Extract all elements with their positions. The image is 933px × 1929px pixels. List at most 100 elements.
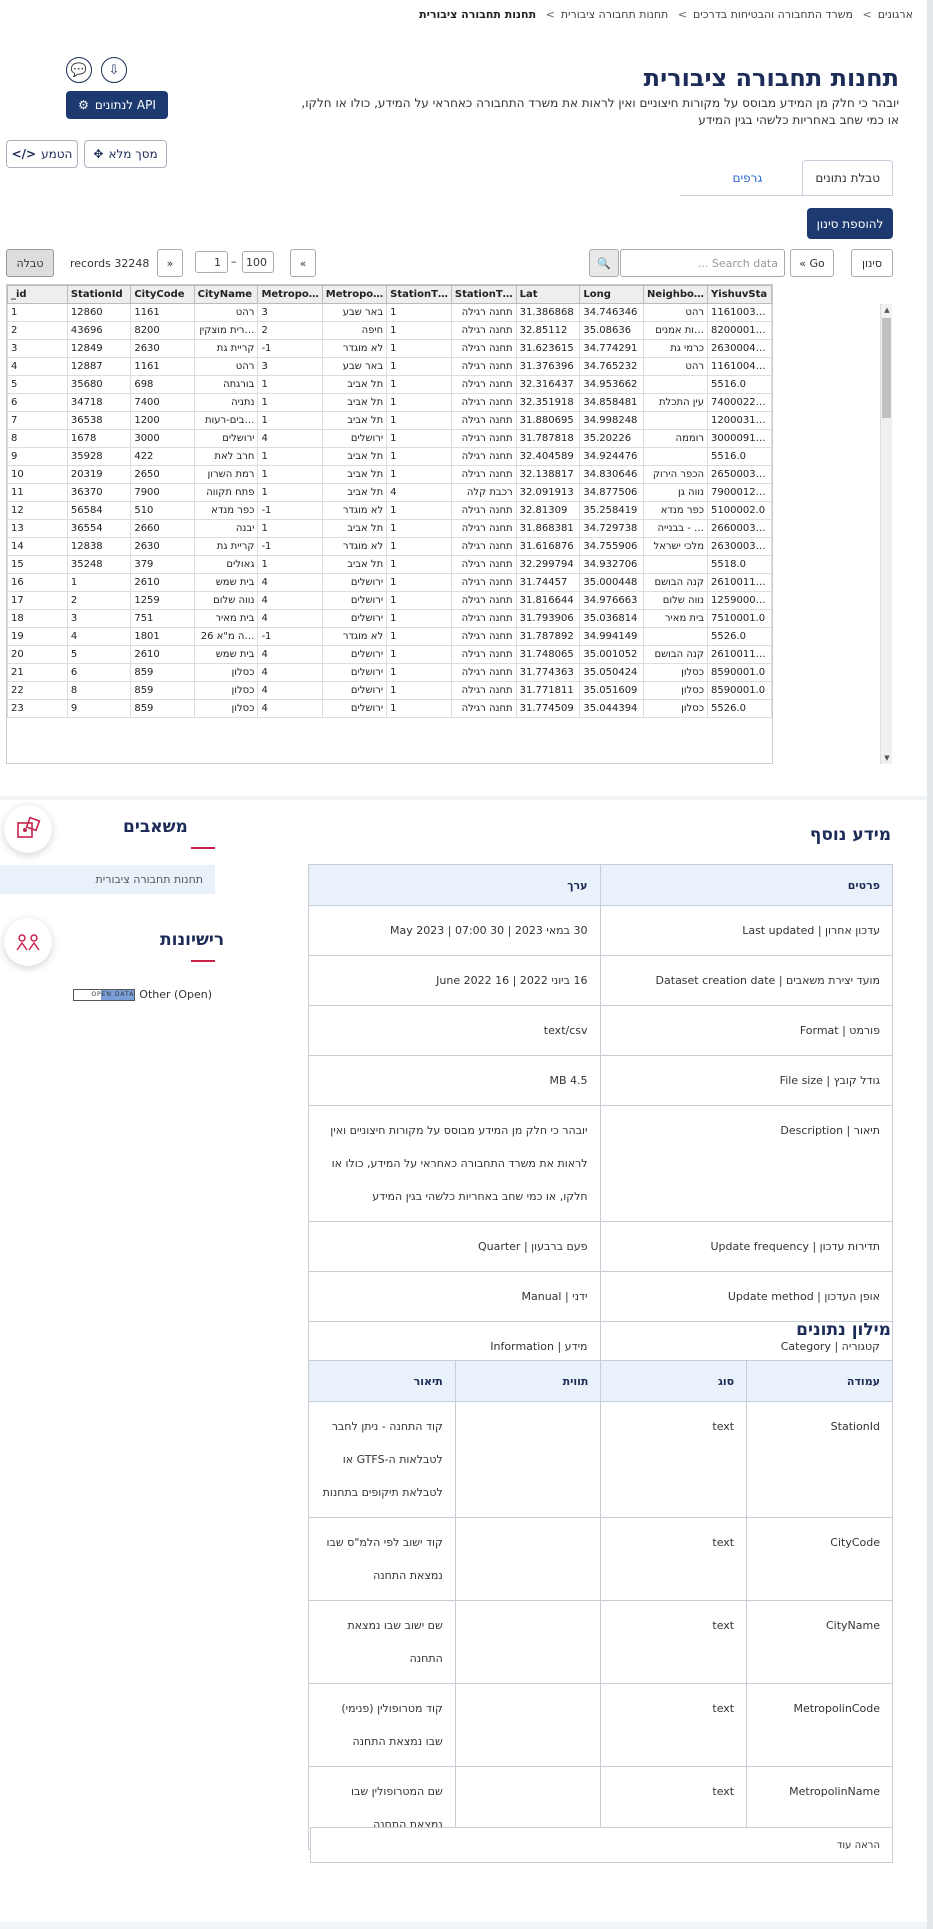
grid-cell: באר שבע [321,303,388,322]
grid-cell: 2650003… [707,465,772,484]
grid-row[interactable]: 1 12860 1161 רהט 3 באר שבע 1 תחנה רגילה 31.38686… [7,303,772,322]
grid-cell: 12849 [66,339,132,358]
grid-column-header[interactable]: Long [579,285,645,304]
grid-column-header[interactable]: YishuvSta [707,285,772,304]
grid-scrollbar[interactable]: ▲ ▼ [880,304,892,764]
grid-row[interactable]: 18 3 751 בית מאיר 4 ירושלים 1 תחנה רגילה 31.7939… [7,609,772,628]
dictionary-description: שם ישוב שבו נמצאת התחנה [308,1600,456,1684]
grid-cell: תל אביב [321,519,388,538]
add-filter-button[interactable]: להוספת סינון [807,208,893,239]
grid-row[interactable]: 7 36538 1200 …בים-רעות 1 תל אביב 1 תחנה רגילה 31… [7,411,772,430]
scroll-up-icon[interactable]: ▲ [881,304,893,316]
grid-row[interactable]: 22 8 859 כסלון 4 ירושלים 1 תחנה רגילה 31.771811 3… [7,681,772,700]
heading-underline [191,960,215,962]
grid-column-header[interactable]: Metropo… [321,285,388,304]
grid-row[interactable]: 15 35248 379 גאולים 1 תל אביב 1 תחנה רגילה 32.29… [7,555,772,574]
grid-row[interactable]: 2 43696 8200 …רית מוצקין 2 חיפה 1 תחנה רגילה 32.… [7,321,772,340]
pager-next-button[interactable]: » [290,249,316,277]
grid-row[interactable]: 6 34718 7400 נתניה 1 תל אביב 1 תחנה רגילה 32.351… [7,393,772,412]
api-button[interactable]: API לנתונים ⚙ [66,91,168,119]
grid-cell: 1 [386,645,452,664]
embed-button[interactable]: הטמע </> [6,140,78,168]
grid-cell: 5518.0 [707,555,772,574]
pager-to-input[interactable]: 100 [242,251,274,273]
grid-cell: רהט [193,357,259,376]
scroll-thumb[interactable] [882,318,891,418]
grid-cell: רהט [643,357,709,376]
breadcrumb-item[interactable]: משרד התחבורה והבטיחות בדרכים [693,8,853,21]
dictionary-description: קוד ישוב לפי הלמ"ס שבו נמצאת התחנה [308,1517,456,1601]
filter-button[interactable]: סינון [851,249,893,277]
info-table: פרטים ערך עדכון אחרון | Last updated 30 ב… [308,864,894,1372]
comment-button[interactable]: 💬 [66,57,92,83]
grid-cell: 4 [257,645,323,664]
page-scrollbar[interactable] [927,0,933,1929]
show-more-link[interactable]: הראה עוד [310,1827,893,1863]
license-entry[interactable]: Other (Open) OPEN DATA [73,988,212,1001]
tab-data-table[interactable]: טבלת נתונים [802,160,893,196]
pager-prev-button[interactable]: « [157,249,183,277]
grid-row[interactable]: 20 5 2610 בית שמש 4 ירושלים 1 תחנה רגילה 31.7480… [7,645,772,664]
resource-item[interactable]: תחנות תחבורה ציבורית [0,865,215,894]
go-button[interactable]: Go » [790,249,834,277]
search-button[interactable]: 🔍 [589,249,619,277]
grid-column-header[interactable]: StationId [66,285,132,304]
grid-cell: 2630 [130,537,195,556]
table-view-button[interactable]: טבלה [6,249,54,277]
grid-row[interactable]: 5 35680 698 בורגתה 1 תל אביב 1 תחנה רגילה 32.316… [7,375,772,394]
fullscreen-button[interactable]: מסך מלא ✥ [84,140,167,168]
grid-column-header[interactable]: CityCode [130,285,195,304]
grid-column-header[interactable]: Neighbo… [643,285,709,304]
grid-cell: כסלון [193,681,259,700]
grid-cell: 5516.0 [707,375,772,394]
grid-row[interactable]: 23 9 859 כסלון 4 ירושלים 1 תחנה רגילה 31.774509 3… [7,699,772,718]
grid-cell: 4 [66,627,132,646]
search-input[interactable]: Search data ... [620,249,785,277]
grid-row[interactable]: 9 35928 422 חרב לאת 1 תל אביב 1 תחנה רגילה 32.40… [7,447,772,466]
grid-cell: 7900012… [707,483,772,502]
grid-cell: 2610 [130,645,195,664]
grid-row[interactable]: 14 12838 2630 קריית גת -1 לא מוגדר 1 תחנה רגילה… [7,537,772,556]
download-button[interactable]: ⇩ [101,57,127,83]
grid-cell: 5516.0 [707,447,772,466]
grid-cell: ירושלים [321,645,388,664]
scroll-down-icon[interactable]: ▼ [881,752,893,764]
breadcrumb-item[interactable]: תחנות תחבורה ציבורית [561,8,668,21]
dictionary-body: StationId text קוד התחנה - ניתן לחבר לטבלא… [308,1401,893,1850]
grid-cell: תל אביב [321,465,388,484]
grid-cell: 1 [386,321,452,340]
grid-column-header[interactable]: StationT… [450,285,517,304]
grid-cell: ירושלים [321,663,388,682]
grid-cell: 2 [257,321,323,340]
grid-row[interactable]: 13 36554 2660 יבנה 1 תל אביב 1 תחנה רגילה 31.868… [7,519,772,538]
grid-cell: רכבת קלה [450,483,517,502]
grid-cell: 1161 [130,303,195,322]
grid-column-header[interactable]: _id [7,285,68,304]
grid-row[interactable]: 17 2 1259 נווה שלום 4 ירושלים 1 תחנה רגילה 31.81… [7,591,772,610]
grid-row[interactable]: 4 12887 1161 רהט 3 באר שבע 1 תחנה רגילה 31.37639… [7,357,772,376]
pager-from-input[interactable]: 1 [195,251,228,273]
dictionary-type: text [600,1401,748,1518]
grid-row[interactable]: 3 12849 2630 קריית גת -1 לא מוגדר 1 תחנה רגילה 3… [7,339,772,358]
grid-cell: 1 [386,591,452,610]
grid-row[interactable]: 11 36370 7900 פתח תקווה 1 תל אביב 4 רכבת קלה 32.… [7,483,772,502]
grid-cell: 1 [386,393,452,412]
grid-cell: 34.729738 [579,519,645,538]
grid-row[interactable]: 12 56584 510 כפר מנדא -1 לא מוגדר 1 תחנה רגילה 3… [7,501,772,520]
grid-cell: 35.20226 [579,429,645,448]
dictionary-header-row: עמודה סוג תווית תיאור [308,1360,893,1402]
breadcrumb-item[interactable]: ארגונים [878,8,913,21]
grid-column-header[interactable]: StationT… [386,285,452,304]
grid-row[interactable]: 8 1678 3000 ירושלים 4 ירושלים 1 תחנה רגילה 31.78… [7,429,772,448]
grid-cell: 5 [66,645,132,664]
grid-column-header[interactable]: CityName [193,285,259,304]
grid-row[interactable]: 16 1 2610 בית שמש 4 ירושלים 1 תחנה רגילה 31.7445… [7,573,772,592]
grid-row[interactable]: 21 6 859 כסלון 4 ירושלים 1 תחנה רגילה 31.774363 3… [7,663,772,682]
grid-row[interactable]: 19 4 1801 …ה מ"א 26 -1 לא מוגדר 1 תחנה רגילה 31.… [7,627,772,646]
grid-column-header[interactable]: Metropo… [257,285,323,304]
grid-row[interactable]: 10 20319 2650 רמת השרון 1 תל אביב 1 תחנה רגילה 3… [7,465,772,484]
grid-cell: תחנה רגילה [450,681,517,700]
grid-cell: 1 [386,537,452,556]
grid-column-header[interactable]: Lat [515,285,581,304]
tab-charts[interactable]: גרפים [692,160,803,196]
